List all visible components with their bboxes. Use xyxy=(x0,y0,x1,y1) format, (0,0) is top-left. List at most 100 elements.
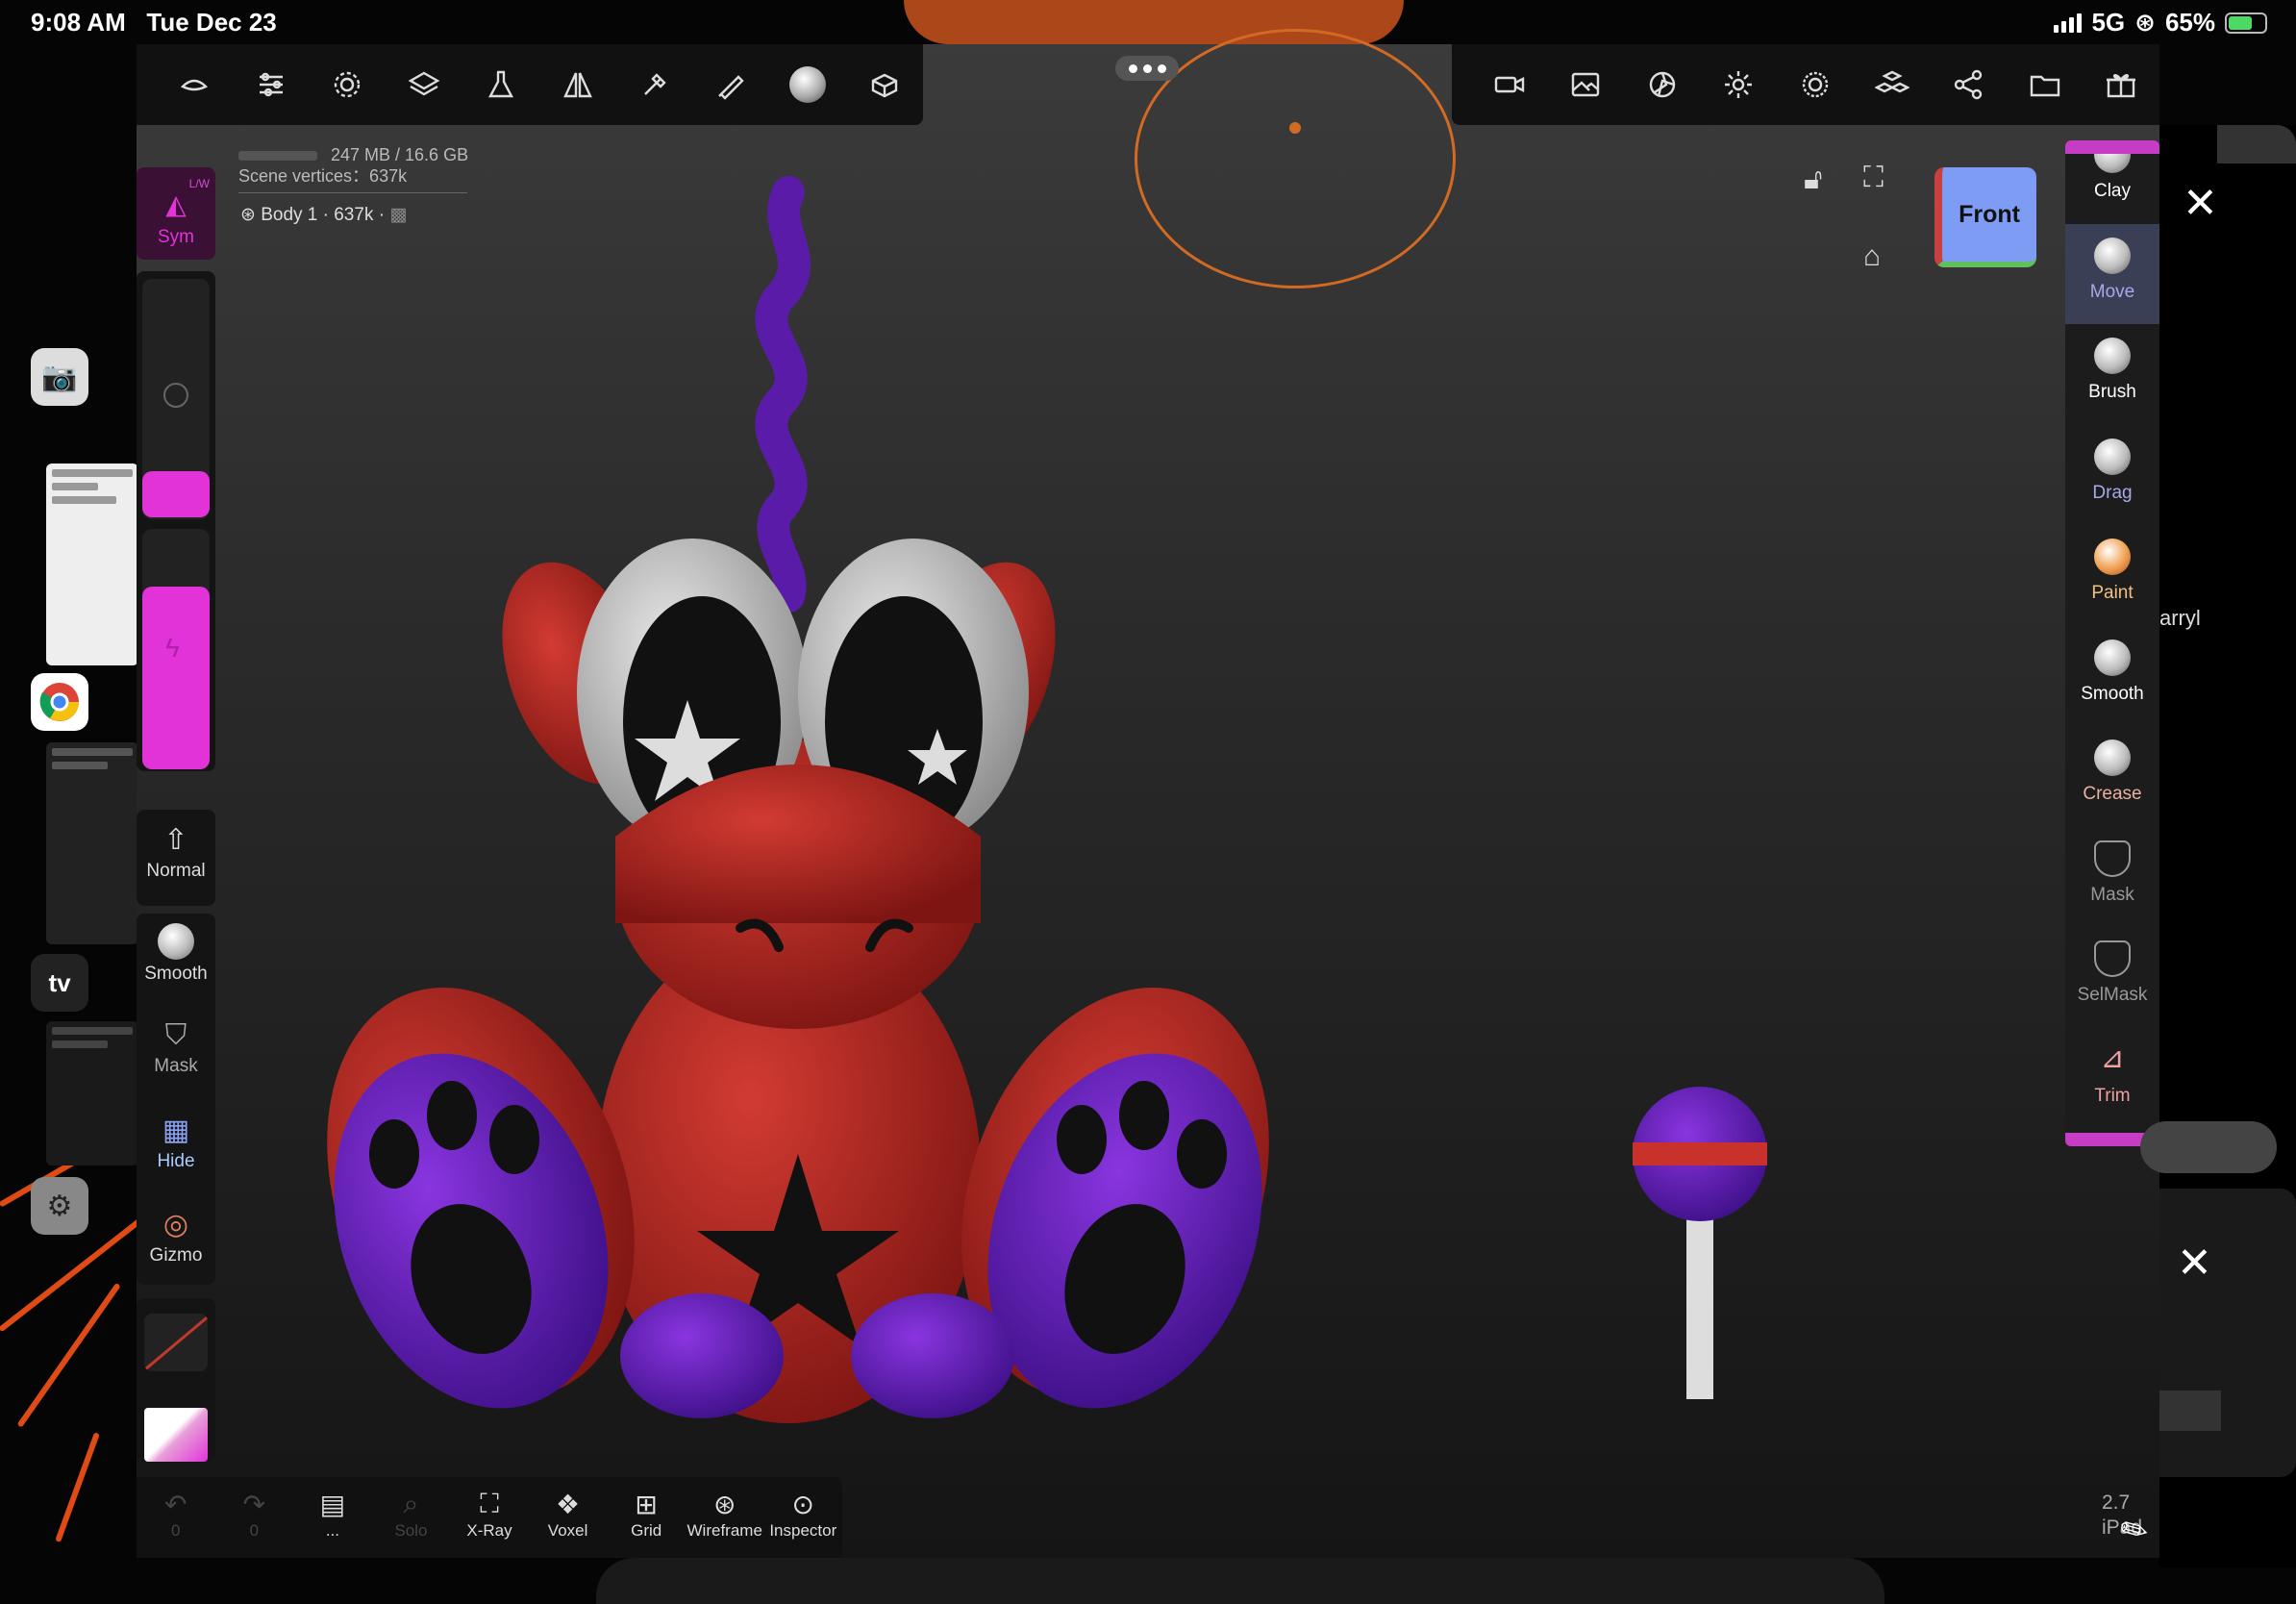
radius-slider-fill[interactable] xyxy=(142,471,210,517)
overlay-pill-button[interactable] xyxy=(2140,1121,2277,1173)
bottom-button-label: 0 xyxy=(171,1521,181,1540)
camera-app-icon[interactable]: 📷 xyxy=(31,348,88,406)
shading-icon[interactable] xyxy=(1777,44,1854,125)
apple-tv-app-icon[interactable]: tv xyxy=(31,954,88,1012)
bottom-button-label: Grid xyxy=(631,1521,662,1540)
bottom-redo-button[interactable]: ↷ 0 xyxy=(215,1477,294,1558)
brush-brush[interactable]: Brush xyxy=(2065,324,2159,424)
quick-tool-gizmo[interactable]: ◎ Gizmo xyxy=(137,1208,215,1266)
paint-brush-icon xyxy=(2094,539,2131,575)
brush-move[interactable]: Move xyxy=(2065,223,2159,324)
bottom-voxel-button[interactable]: ❖ Voxel xyxy=(529,1477,608,1558)
mask-icon: ⛉ xyxy=(164,1019,187,1051)
symmetry-icon: ◭ xyxy=(165,189,187,219)
bottom-xray-button[interactable]: ⛶ X-Ray xyxy=(450,1477,529,1558)
bottom-grid-button[interactable]: ⊞ Grid xyxy=(607,1477,686,1558)
sym-button[interactable]: L/W ◭ Sym xyxy=(137,167,215,260)
bottom-history-button[interactable]: ▤... xyxy=(293,1477,372,1558)
brush-mask[interactable]: Mask xyxy=(2065,827,2159,927)
brush-label: Brush xyxy=(2088,382,2136,402)
postprocess-icon[interactable] xyxy=(1624,44,1701,125)
gizmo-transform-icon[interactable] xyxy=(846,44,923,125)
scene-icon[interactable] xyxy=(156,44,233,125)
material-flask-icon[interactable] xyxy=(462,44,539,125)
memory-bar xyxy=(238,151,317,162)
date-label: Tue Dec 23 xyxy=(146,8,277,37)
paint-color-swatch[interactable] xyxy=(144,1408,208,1462)
brush-label: Smooth xyxy=(2081,683,2144,704)
home-view-icon[interactable]: ⌂ xyxy=(1863,240,1881,273)
app-thumbnail[interactable] xyxy=(46,464,138,665)
intensity-bolt-icon: ϟ xyxy=(165,633,180,663)
brush-panel-top xyxy=(2065,140,2159,154)
close-icon[interactable]: ✕ xyxy=(2177,1239,2212,1288)
bottom-wireframe-button[interactable]: ⊛ Wireframe xyxy=(686,1477,764,1558)
quick-tool-hide[interactable]: ▦ Hide xyxy=(137,1114,215,1172)
intensity-slider-fill[interactable] xyxy=(142,587,210,769)
settings-app-icon[interactable]: ⚙ xyxy=(31,1177,88,1235)
share-icon[interactable] xyxy=(1930,44,2007,125)
app-thumbnail[interactable] xyxy=(46,742,138,944)
wallpaper-art xyxy=(596,1558,1884,1604)
bottom-undo-button[interactable]: ↶ 0 xyxy=(137,1477,215,1558)
symmetry-icon[interactable] xyxy=(539,44,616,125)
view-cube-label: Front xyxy=(1959,200,2020,228)
multitasking-dots[interactable] xyxy=(1115,56,1179,81)
viewport[interactable] xyxy=(137,44,2159,1558)
active-brush-sphere-icon[interactable] xyxy=(769,44,846,125)
top-toolbar-left xyxy=(137,44,923,125)
app-strip: 📷 tv ⚙ xyxy=(0,44,138,1604)
bottom-button-label: ... xyxy=(325,1521,339,1540)
trim-brush-icon: ⊿ xyxy=(2100,1041,2125,1074)
bottom-inspector-button[interactable]: ⊙ Inspector xyxy=(764,1477,843,1558)
quick-tool-smooth[interactable]: Smooth xyxy=(137,923,215,985)
top-toolbar-right xyxy=(1452,44,2159,125)
camera-icon[interactable] xyxy=(1471,44,1548,125)
fullscreen-icon[interactable]: ⛶ xyxy=(1863,162,1884,194)
brush-panel: Clay Move Brush Drag Paint Smooth Crease Mask Se… xyxy=(2065,140,2159,1146)
background-image-icon[interactable] xyxy=(1548,44,1625,125)
chrome-app-icon[interactable] xyxy=(31,673,88,731)
active-object-label[interactable]: ⊛ Body 1 · 637k · ▩ xyxy=(240,204,407,226)
bottom-solo-button[interactable]: ⌕ Solo xyxy=(372,1477,451,1558)
overlay-card-field[interactable] xyxy=(2159,1391,2221,1431)
brush-selmask[interactable]: SelMask xyxy=(2065,927,2159,1027)
brush-pen-icon[interactable] xyxy=(693,44,770,125)
history-icon: ▤ xyxy=(319,1490,346,1519)
files-folder-icon[interactable] xyxy=(2007,44,2084,125)
battery-label: 65% xyxy=(2164,8,2215,37)
normal-button[interactable]: ⇧ Normal xyxy=(137,810,215,906)
radius-indicator-icon xyxy=(163,383,188,408)
drag-brush-icon xyxy=(2094,438,2131,475)
tool-settings-icon[interactable] xyxy=(233,44,310,125)
grid-icon: ⊞ xyxy=(635,1490,658,1519)
brush-crease[interactable]: Crease xyxy=(2065,726,2159,826)
view-cube[interactable]: Front xyxy=(1934,167,2036,267)
wireframe-icon: ⊛ xyxy=(712,1490,736,1519)
brush-label: Paint xyxy=(2091,583,2134,603)
app-thumbnail[interactable] xyxy=(46,1021,138,1165)
smooth-label: Smooth xyxy=(144,964,208,984)
close-icon[interactable]: ✕ xyxy=(2183,179,2218,228)
quick-tool-mask[interactable]: ⛉ Mask xyxy=(137,1019,215,1077)
lighting-sun-icon[interactable] xyxy=(1701,44,1778,125)
stroke-icon[interactable] xyxy=(616,44,693,125)
brush-brush-icon xyxy=(2094,338,2131,374)
gift-icon[interactable] xyxy=(2084,44,2160,125)
signal-icon xyxy=(2054,13,2083,33)
scene-objects-icon[interactable] xyxy=(1854,44,1931,125)
brush-label: Clay xyxy=(2093,181,2131,201)
hide-icon: ▦ xyxy=(162,1115,190,1146)
undo-icon: ↶ xyxy=(164,1490,187,1519)
brush-drag[interactable]: Drag xyxy=(2065,425,2159,525)
xray-icon: ⛶ xyxy=(480,1489,499,1518)
settings-gear-icon[interactable] xyxy=(310,44,387,125)
lock-camera-icon[interactable]: 🔓︎ xyxy=(1804,163,1822,196)
brush-trim[interactable]: ⊿ Trim xyxy=(2065,1028,2159,1128)
brush-paint[interactable]: Paint xyxy=(2065,525,2159,625)
brush-smooth[interactable]: Smooth xyxy=(2065,626,2159,726)
layers-icon[interactable] xyxy=(386,44,462,125)
checker-icon: ▩ xyxy=(389,205,408,225)
brush-label: Mask xyxy=(2090,884,2134,905)
material-swatch[interactable] xyxy=(144,1314,208,1371)
